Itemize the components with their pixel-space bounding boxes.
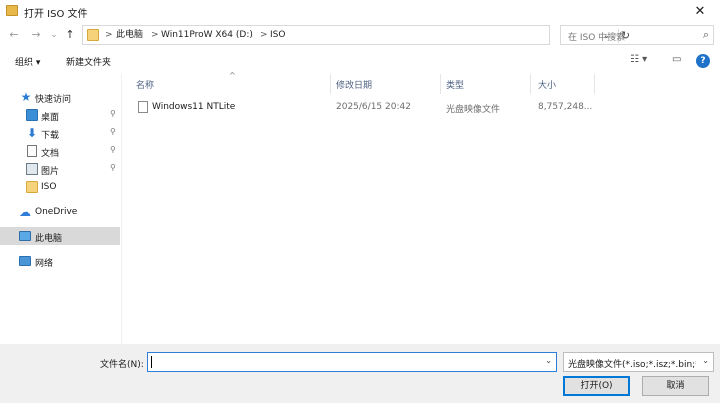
column-divider[interactable] (330, 74, 331, 94)
sidebar-item-label: OneDrive (35, 207, 78, 217)
back-button[interactable]: ← (6, 28, 22, 42)
preview-pane-icon[interactable]: ▭ (672, 54, 681, 65)
sidebar-item-pictures[interactable]: 图片 ⚲ (0, 160, 120, 178)
pin-icon[interactable]: ⚲ (110, 127, 116, 136)
search-placeholder: 在 ISO 中搜索 (568, 33, 626, 43)
sidebar-item-label: 图片 (41, 167, 60, 177)
picture-icon (26, 163, 38, 175)
column-divider[interactable] (594, 74, 595, 94)
address-bar[interactable]: > 此电脑 > Win11ProW X64 (D:) > ISO ⌄ ↻ (82, 25, 630, 45)
desktop-icon (26, 109, 38, 121)
sidebar-item-label: 文档 (41, 149, 60, 159)
close-button[interactable]: ✕ (680, 0, 720, 22)
cancel-button[interactable]: 取消 (642, 376, 709, 396)
folder-icon (26, 181, 38, 193)
chevron-down-icon[interactable]: ⌄ (545, 356, 552, 365)
forward-button[interactable]: → (28, 28, 44, 42)
sidebar-item-label: 下载 (41, 131, 60, 141)
window-title: 打开 ISO 文件 (24, 9, 88, 20)
pin-icon[interactable]: ⚲ (110, 109, 116, 118)
sidebar-item-label: 网络 (35, 259, 54, 269)
sidebar-item-label: ISO (41, 182, 57, 192)
file-name: Windows11 NTLite (152, 102, 236, 112)
search-input[interactable]: 在 ISO 中搜索 ⌕ (560, 25, 714, 45)
column-header-modified[interactable]: 修改日期 (336, 78, 372, 91)
sidebar-item-network[interactable]: 网络 (0, 252, 120, 270)
document-icon (27, 145, 37, 157)
filename-input[interactable]: ⌄ (147, 352, 557, 372)
new-folder-button[interactable]: 新建文件夹 (66, 55, 111, 68)
breadcrumb-separator[interactable]: > (260, 29, 268, 41)
open-button[interactable]: 打开(O) (563, 376, 630, 396)
file-type-value: 光盘映像文件(*.iso;*.isz;*.bin;* (568, 360, 696, 370)
cloud-icon: ☁ (19, 205, 31, 219)
file-list: ^ 名称 修改日期 类型 大小 Windows11 NTLite 2025/6/… (124, 71, 720, 344)
sort-ascending-icon: ^ (229, 71, 236, 80)
up-button[interactable]: ↑ (62, 28, 78, 42)
pin-icon[interactable]: ⚲ (110, 145, 116, 154)
file-size: 8,757,248... (538, 102, 593, 112)
computer-icon (19, 231, 31, 241)
column-divider[interactable] (530, 74, 531, 94)
column-divider[interactable] (440, 74, 441, 94)
address-row: ← → ⌄ ↑ > 此电脑 > Win11ProW X64 (D:) > ISO… (0, 22, 720, 48)
breadcrumb-separator[interactable]: > (151, 29, 159, 41)
column-header-name[interactable]: 名称 (136, 78, 154, 91)
text-caret (151, 356, 152, 368)
breadcrumb-drive-d[interactable]: Win11ProW X64 (D:) (161, 29, 253, 41)
filename-label: 文件名(N): (100, 360, 144, 370)
column-header-size[interactable]: 大小 (538, 78, 556, 91)
dialog-footer: 文件名(N): ⌄ 光盘映像文件(*.iso;*.isz;*.bin;* ⌄ 打… (0, 344, 720, 403)
breadcrumb-iso[interactable]: ISO (270, 29, 285, 41)
network-icon (19, 256, 31, 266)
recent-locations-dropdown[interactable]: ⌄ (46, 28, 62, 42)
sidebar-item-documents[interactable]: 文档 ⚲ (0, 142, 120, 160)
command-bar: 组织 ▾ 新建文件夹 ☷ ▾ ▭ ? (0, 50, 720, 72)
folder-app-icon (6, 5, 18, 16)
breadcrumb-this-pc[interactable]: 此电脑 (116, 29, 143, 41)
view-options-icon[interactable]: ☷ ▾ (630, 54, 647, 65)
pin-icon[interactable]: ⚲ (110, 163, 116, 172)
sidebar-item-label: 快速访问 (35, 95, 72, 105)
search-icon[interactable]: ⌕ (703, 28, 709, 42)
download-icon: ⬇ (26, 126, 38, 140)
disc-image-file-icon (138, 101, 148, 113)
folder-icon (87, 29, 99, 41)
title-bar: 打开 ISO 文件 ✕ (0, 0, 720, 22)
sidebar-item-this-pc[interactable]: 此电脑 (0, 227, 120, 245)
file-type: 光盘映像文件 (446, 105, 501, 115)
sidebar-item-downloads[interactable]: ⬇ 下载 ⚲ (0, 124, 120, 142)
sidebar-item-desktop[interactable]: 桌面 ⚲ (0, 106, 120, 124)
chevron-down-icon[interactable]: ⌄ (702, 356, 709, 365)
sidebar-item-iso[interactable]: ISO (0, 178, 120, 196)
file-modified: 2025/6/15 20:42 (336, 102, 411, 112)
breadcrumb-separator[interactable]: > (105, 29, 113, 41)
table-row[interactable]: Windows11 NTLite 2025/6/15 20:42 光盘映像文件 … (134, 98, 604, 116)
sidebar-item-onedrive[interactable]: ☁ OneDrive (0, 203, 120, 221)
sidebar-item-label: 此电脑 (35, 234, 63, 244)
file-type-select[interactable]: 光盘映像文件(*.iso;*.isz;*.bin;* ⌄ (563, 352, 714, 372)
help-icon[interactable]: ? (696, 54, 710, 68)
organize-button[interactable]: 组织 ▾ (15, 55, 40, 68)
column-header-type[interactable]: 类型 (446, 78, 464, 91)
sidebar-item-quick-access[interactable]: ★ 快速访问 (0, 88, 120, 106)
star-icon: ★ (20, 90, 32, 104)
sidebar-item-label: 桌面 (41, 113, 60, 123)
navigation-pane: ★ 快速访问 桌面 ⚲ ⬇ 下载 ⚲ 文档 ⚲ 图片 ⚲ ISO ☁ OneDr… (0, 74, 122, 344)
